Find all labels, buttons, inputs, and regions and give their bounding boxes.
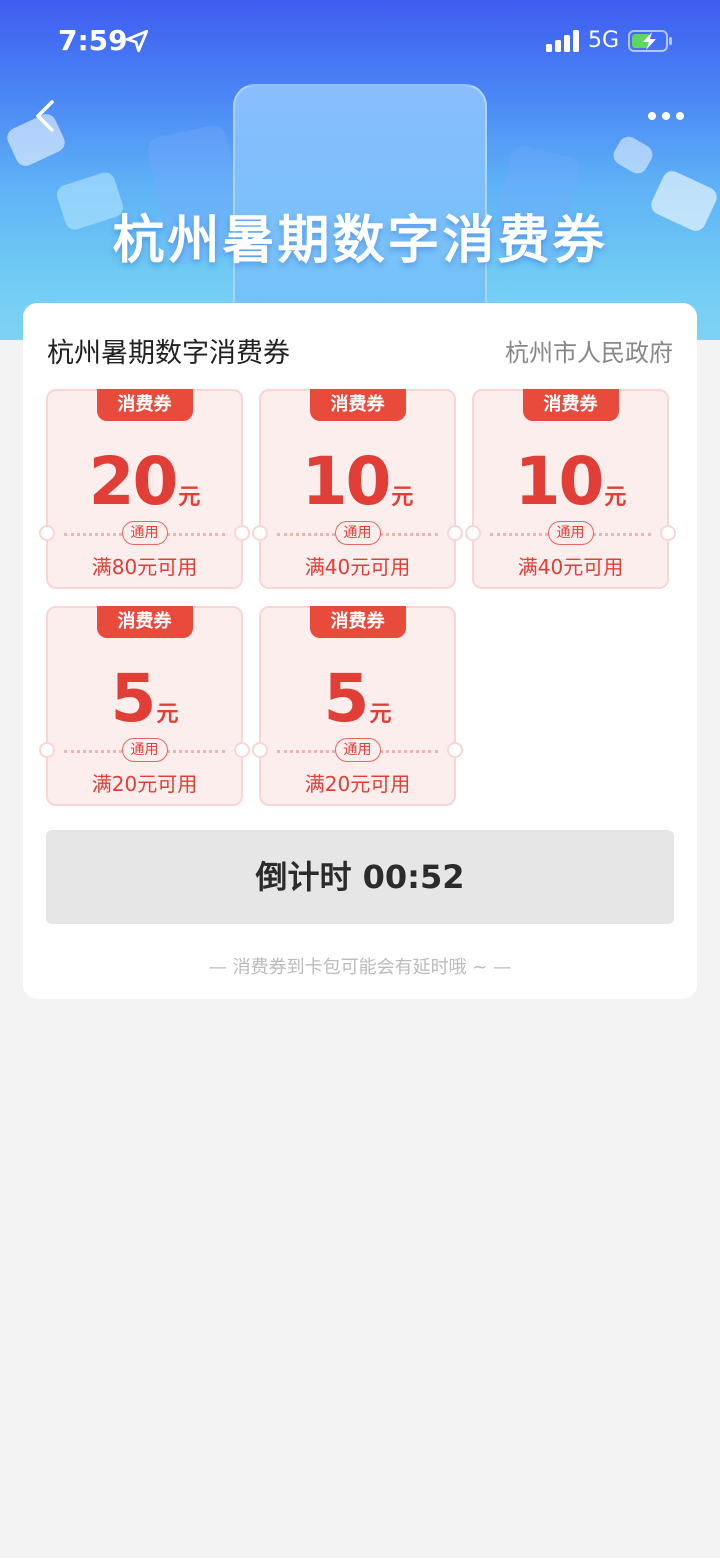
location-arrow-icon: [125, 29, 149, 53]
back-icon[interactable]: [30, 96, 60, 136]
coupon-notch: [465, 525, 481, 541]
coupon-value: 10: [301, 443, 392, 520]
status-time: 7:59: [58, 24, 128, 57]
more-dots-icon[interactable]: [644, 106, 688, 126]
coupon-badge: 通用: [121, 521, 168, 545]
coupon-item[interactable]: 消费券 10元 通用 满40元可用: [252, 389, 463, 589]
coupon-unit: 元: [369, 702, 392, 727]
coupon-amount: 5元: [261, 660, 454, 737]
coupon-amount: 5元: [48, 660, 241, 737]
banner-title: 杭州暑期数字消费券: [112, 211, 608, 271]
coupon-value: 5: [110, 660, 157, 737]
card-title: 杭州暑期数字消费券: [47, 338, 290, 369]
coupon-badge: 通用: [334, 521, 381, 545]
issuer-label: 杭州市人民政府: [505, 339, 673, 367]
coupon-unit: 元: [156, 702, 179, 727]
status-bar: 7:59 5G: [0, 0, 720, 80]
coupon-unit: 元: [604, 485, 627, 510]
coupon-value: 10: [514, 443, 605, 520]
coupon-condition: 满80元可用: [91, 555, 198, 579]
coupon-amount: 10元: [261, 443, 454, 520]
coupon-value: 5: [323, 660, 370, 737]
coupon-condition: 满20元可用: [91, 772, 198, 796]
coupon-tag: 消费券: [522, 389, 619, 421]
signal-icon: [546, 30, 579, 52]
coupon-value: 20: [88, 443, 179, 520]
coupon-badge: 通用: [121, 738, 168, 762]
network-type: 5G: [588, 28, 620, 53]
banner-decoration: [609, 133, 657, 177]
delay-hint: — 消费券到卡包可能会有延时哦 ~ —: [208, 957, 512, 978]
coupon-condition: 满40元可用: [304, 555, 411, 579]
coupon-badge: 通用: [334, 738, 381, 762]
countdown-button[interactable]: 倒计时 00:52: [46, 830, 674, 924]
coupon-tag: 消费券: [96, 606, 193, 638]
coupon-unit: 元: [391, 485, 414, 510]
coupon-unit: 元: [178, 485, 201, 510]
coupon-notch: [39, 525, 55, 541]
coupon-notch: [234, 742, 250, 758]
coupon-item[interactable]: 消费券 5元 通用 满20元可用: [252, 606, 463, 806]
coupon-notch: [447, 525, 463, 541]
coupon-item[interactable]: 消费券 10元 通用 满40元可用: [465, 389, 676, 589]
coupon-condition: 满20元可用: [304, 772, 411, 796]
battery-charging-icon: [628, 30, 672, 52]
coupon-item[interactable]: 消费券 5元 通用 满20元可用: [39, 606, 250, 806]
coupon-badge: 通用: [547, 521, 594, 545]
coupon-notch: [234, 525, 250, 541]
coupon-item[interactable]: 消费券 20元 通用 满80元可用: [39, 389, 250, 589]
coupon-amount: 20元: [48, 443, 241, 520]
coupon-amount: 10元: [474, 443, 667, 520]
coupon-tag: 消费券: [309, 389, 406, 421]
coupon-notch: [447, 742, 463, 758]
coupon-notch: [252, 525, 268, 541]
coupon-card: 杭州暑期数字消费券 杭州市人民政府 消费券 20元 通用 满80元可用 消费券 …: [23, 303, 697, 999]
coupon-notch: [39, 742, 55, 758]
coupon-notch: [252, 742, 268, 758]
coupon-tag: 消费券: [96, 389, 193, 421]
coupon-notch: [660, 525, 676, 541]
coupon-tag: 消费券: [309, 606, 406, 638]
coupon-condition: 满40元可用: [517, 555, 624, 579]
